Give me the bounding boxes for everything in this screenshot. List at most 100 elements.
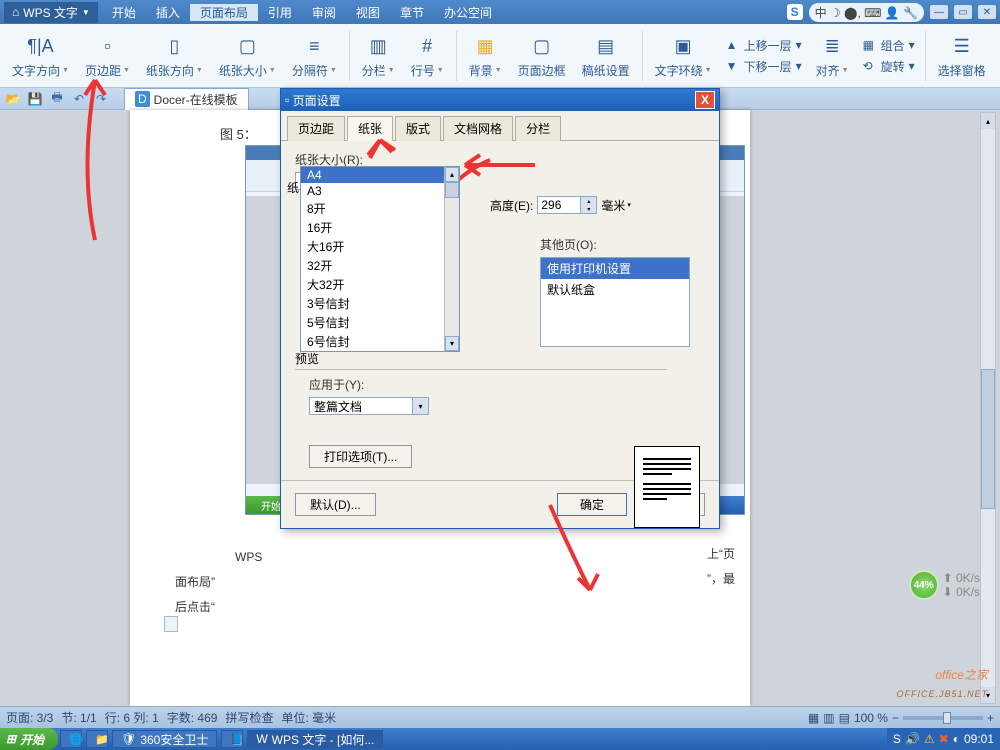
dialog-titlebar[interactable]: ▫ 页面设置 X bbox=[281, 89, 719, 111]
zoom-slider[interactable] bbox=[903, 716, 983, 720]
taskbar-item[interactable]: WWPS 文字 - [如何... bbox=[247, 730, 383, 748]
menu-start[interactable]: 开始 bbox=[102, 4, 146, 21]
view-icon[interactable]: ▦ bbox=[808, 711, 819, 725]
scroll-thumb[interactable] bbox=[445, 182, 459, 198]
scroll-up[interactable]: ▴ bbox=[981, 113, 995, 129]
other-option-printer[interactable]: 使用打印机设置 bbox=[541, 258, 689, 279]
menu-insert[interactable]: 插入 bbox=[146, 4, 190, 21]
bring-forward[interactable]: ▲上移一层 ▾ bbox=[722, 36, 806, 55]
group-icon: ▦ bbox=[863, 38, 877, 52]
view-icon[interactable]: ▤ bbox=[839, 711, 850, 725]
network-speed-badge[interactable]: 44% ⬆ 0K/s ⬇ 0K/s bbox=[909, 570, 980, 600]
zoom-in[interactable]: + bbox=[987, 711, 994, 725]
dialog-close-button[interactable]: X bbox=[695, 91, 715, 109]
redo-icon[interactable]: ↷ bbox=[92, 91, 110, 107]
spin-down[interactable]: ▾ bbox=[580, 205, 596, 213]
ribbon-breaks[interactable]: ≡分隔符▼ bbox=[286, 26, 343, 86]
doc-tab[interactable]: DDocer-在线模板 bbox=[124, 88, 249, 110]
close-button[interactable]: ✕ bbox=[978, 5, 996, 19]
tab-layout[interactable]: 版式 bbox=[395, 116, 441, 141]
list-item[interactable]: 6号信封 bbox=[301, 332, 459, 351]
other-pages-list[interactable]: 使用打印机设置 默认纸盒 bbox=[540, 257, 690, 347]
ribbon-paper-settings[interactable]: ▤稿纸设置 bbox=[576, 26, 636, 86]
other-option-default-tray[interactable]: 默认纸盒 bbox=[541, 279, 689, 300]
ime-indicator[interactable]: S bbox=[787, 4, 803, 20]
minimize-button[interactable]: — bbox=[930, 5, 948, 19]
height-input[interactable] bbox=[538, 198, 580, 212]
list-item[interactable]: 大32开 bbox=[301, 275, 459, 294]
ribbon-orientation[interactable]: ▯纸张方向▼ bbox=[140, 26, 209, 86]
ribbon-text-direction[interactable]: ¶|A文字方向▼ bbox=[6, 26, 75, 86]
separator bbox=[642, 31, 643, 81]
taskbar-item[interactable]: 📁 bbox=[86, 730, 108, 748]
spin-up[interactable]: ▴ bbox=[580, 197, 596, 205]
open-icon[interactable]: 📂 bbox=[4, 91, 22, 107]
apply-to-combo[interactable]: 整篇文档 ▾ bbox=[309, 397, 429, 415]
save-icon[interactable]: 💾 bbox=[26, 91, 44, 107]
list-item[interactable]: 32开 bbox=[301, 256, 459, 275]
list-item[interactable]: 16开 bbox=[301, 218, 459, 237]
tab-doc-grid[interactable]: 文档网格 bbox=[443, 116, 513, 141]
ribbon-selection-pane[interactable]: ☰选择窗格 bbox=[932, 26, 992, 86]
menu-page-layout[interactable]: 页面布局 bbox=[190, 4, 258, 21]
menu-chapter[interactable]: 章节 bbox=[390, 4, 434, 21]
scroll-down[interactable]: ▾ bbox=[445, 336, 459, 351]
group[interactable]: ▦组合 ▾ bbox=[859, 36, 919, 55]
scrollbar[interactable]: ▴ ▾ bbox=[444, 167, 459, 351]
list-item[interactable]: 大16开 bbox=[301, 237, 459, 256]
list-item[interactable]: 8开 bbox=[301, 199, 459, 218]
maximize-button[interactable]: ▭ bbox=[954, 5, 972, 19]
system-tray[interactable]: S 🔊 ⚠ ✖ ◐ 09:01 bbox=[887, 728, 1000, 750]
ribbon-margins[interactable]: ▫页边距▼ bbox=[79, 26, 136, 86]
scroll-thumb[interactable] bbox=[981, 369, 995, 509]
menu-references[interactable]: 引用 bbox=[258, 4, 302, 21]
ribbon-page-border[interactable]: ▢页面边框 bbox=[512, 26, 572, 86]
view-icon[interactable]: ▥ bbox=[823, 711, 834, 725]
taskbar-item[interactable]: 🛡360安全卫士 bbox=[112, 730, 217, 748]
menu-view[interactable]: 视图 bbox=[346, 4, 390, 21]
unit-select[interactable]: 毫米▾ bbox=[601, 197, 631, 214]
list-item[interactable]: A4 bbox=[301, 167, 459, 183]
ribbon-columns[interactable]: ▥分栏▼ bbox=[356, 26, 401, 86]
scroll-up[interactable]: ▴ bbox=[445, 167, 459, 182]
print-options-button[interactable]: 打印选项(T)... bbox=[309, 445, 412, 468]
paste-options-icon[interactable] bbox=[164, 616, 178, 632]
list-item[interactable]: 5号信封 bbox=[301, 313, 459, 332]
ribbon-line-numbers[interactable]: #行号▼ bbox=[405, 26, 450, 86]
ribbon: ¶|A文字方向▼ ▫页边距▼ ▯纸张方向▼ ▢纸张大小▼ ≡分隔符▼ ▥分栏▼ … bbox=[0, 24, 1000, 88]
taskbar-item[interactable]: 🌐 bbox=[60, 730, 82, 748]
list-item[interactable]: 3号信封 bbox=[301, 294, 459, 313]
list-item[interactable]: A3 bbox=[301, 183, 459, 199]
rotate[interactable]: ⟲旋转 ▾ bbox=[859, 57, 919, 76]
ok-button[interactable]: 确定 bbox=[557, 493, 627, 516]
tray-icon[interactable]: S bbox=[893, 732, 901, 746]
ribbon-size[interactable]: ▢纸张大小▼ bbox=[213, 26, 282, 86]
start-button[interactable]: ⊞开始 bbox=[0, 728, 58, 750]
ribbon-text-wrap[interactable]: ▣文字环绕▼ bbox=[649, 26, 718, 86]
menu-office-space[interactable]: 办公空间 bbox=[434, 4, 502, 21]
send-backward[interactable]: ▼下移一层 ▾ bbox=[722, 57, 806, 76]
ribbon-align[interactable]: ≣对齐▼ bbox=[810, 26, 855, 86]
height-spinner[interactable]: ▴▾ bbox=[537, 196, 597, 214]
tab-margins[interactable]: 页边距 bbox=[287, 116, 345, 141]
tray-icon[interactable]: ✖ bbox=[939, 732, 949, 746]
app-menu[interactable]: ⌂ WPS 文字 ▼ bbox=[4, 2, 98, 23]
dialog-title: 页面设置 bbox=[293, 92, 341, 109]
tray-icon[interactable]: ⚠ bbox=[924, 732, 935, 746]
tab-paper[interactable]: 纸张 bbox=[347, 116, 393, 141]
undo-icon[interactable]: ↶ bbox=[70, 91, 88, 107]
vertical-scrollbar[interactable]: ▴ ▾ bbox=[980, 112, 996, 704]
print-icon[interactable]: 🖶 bbox=[48, 91, 66, 107]
menu-review[interactable]: 审阅 bbox=[302, 4, 346, 21]
ime-status[interactable]: 中 ☽ ⬤, ⌨ 👤 🔧 bbox=[809, 3, 924, 22]
default-button[interactable]: 默认(D)... bbox=[295, 493, 376, 516]
status-spellcheck[interactable]: 拼写检查 bbox=[225, 709, 273, 726]
tray-icon[interactable]: ◐ bbox=[953, 732, 960, 746]
ribbon-background[interactable]: ▦背景▼ bbox=[463, 26, 508, 86]
tray-icon[interactable]: 🔊 bbox=[905, 732, 920, 746]
zoom-out[interactable]: − bbox=[892, 711, 899, 725]
chevron-down-icon[interactable]: ▾ bbox=[412, 398, 428, 414]
paper-size-dropdown[interactable]: A4 A3 8开 16开 大16开 32开 大32开 3号信封 5号信封 6号信… bbox=[300, 166, 460, 352]
tab-columns[interactable]: 分栏 bbox=[515, 116, 561, 141]
taskbar-item[interactable]: 📘 bbox=[221, 730, 243, 748]
